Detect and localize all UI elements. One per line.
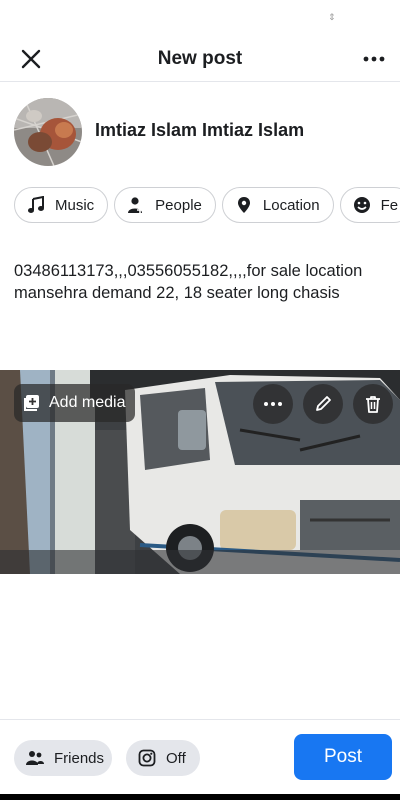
add-media-button[interactable]: Add media [14,384,135,422]
location-pin-icon [237,197,250,213]
people-chip[interactable]: People [114,187,216,223]
chip-label-feeling: Fe [380,196,399,214]
post-options-row: Music People Location Fe [14,187,400,225]
chip-label-music: Music [55,196,95,214]
media-preview[interactable]: Add media [0,370,400,574]
audience-selector[interactable]: Friends [14,740,112,776]
post-text[interactable]: 03486113173,,,03556055182,,,,for sale lo… [14,260,386,304]
more-dots-icon [264,402,282,406]
audience-label: Friends [54,749,105,767]
music-chip[interactable]: Music [14,187,109,223]
people-icon [128,197,144,213]
user-name: Imtiaz Islam Imtiaz Islam [95,120,305,140]
footer-bar: Friends Off Post [0,719,400,800]
instagram-share-toggle[interactable]: Off [126,740,200,776]
system-nav-bar [0,794,400,800]
add-media-label: Add media [49,394,126,411]
feeling-chip[interactable]: Fe [339,187,400,223]
pencil-icon [316,396,331,411]
post-button[interactable]: Post [294,734,392,780]
media-more-button[interactable] [253,384,293,424]
delete-media-button[interactable] [353,384,393,424]
music-note-icon [28,196,44,213]
status-indicator-icon: ⇕ [328,12,336,22]
edit-media-button[interactable] [303,384,343,424]
add-media-icon [24,395,39,411]
status-bar: ⇕ [0,0,400,36]
header: New post [0,36,400,82]
chip-label-people: People [155,196,202,214]
smiley-icon [353,197,370,213]
trash-icon [366,396,380,413]
page-title: New post [157,48,243,69]
avatar[interactable] [14,98,82,166]
location-chip[interactable]: Location [221,187,334,223]
profile-row: Imtiaz Islam Imtiaz Islam [14,98,386,166]
instagram-icon [138,749,156,767]
friends-icon [26,751,44,765]
more-options-icon[interactable] [362,46,386,72]
instagram-label: Off [166,749,186,767]
chip-label-location: Location [262,196,320,214]
